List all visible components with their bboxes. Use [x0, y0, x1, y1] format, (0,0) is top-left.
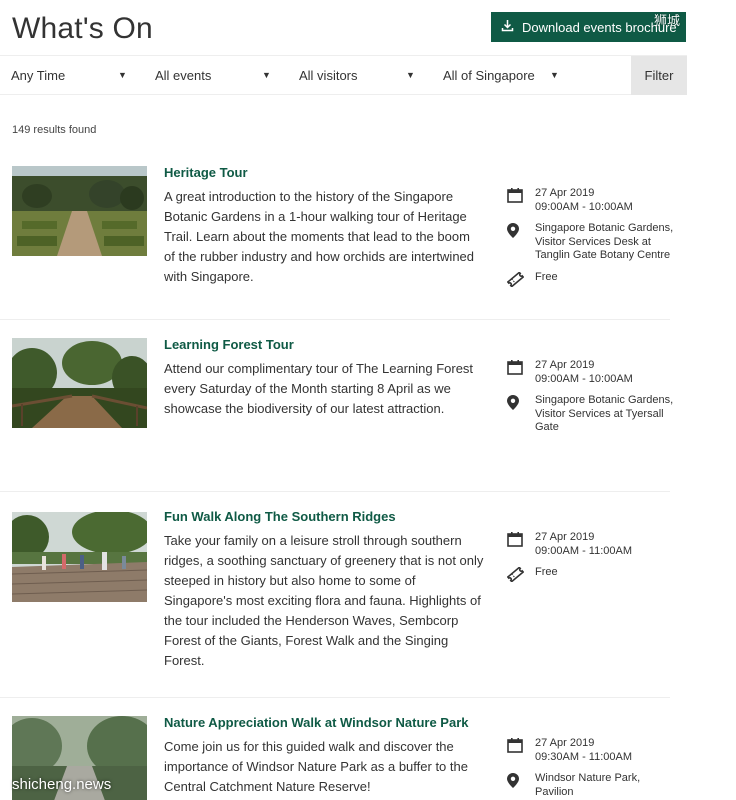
- event-time: 09:00AM - 11:00AM: [535, 544, 633, 557]
- event-time: 09:30AM - 11:00AM: [535, 750, 633, 763]
- location-select-value: All of Singapore: [443, 67, 535, 83]
- event-date: 27 Apr 2019: [535, 531, 595, 543]
- ticket-icon: [506, 271, 535, 287]
- location-pin-icon: [506, 772, 535, 788]
- event-description: Come join us for this guided walk and di…: [164, 739, 468, 794]
- watermark-bottom: shicheng.news: [12, 776, 112, 793]
- time-select[interactable]: Any Time ▼: [11, 56, 141, 94]
- watermark-top: 狮城: [654, 13, 681, 28]
- event-image[interactable]: [12, 166, 147, 256]
- event-description: A great introduction to the history of t…: [164, 189, 475, 284]
- location-pin-icon: [506, 222, 535, 238]
- calendar-icon: [506, 737, 535, 753]
- chevron-down-icon: ▼: [550, 70, 559, 80]
- chevron-down-icon: ▼: [262, 70, 271, 80]
- event-date: 27 Apr 2019: [535, 359, 595, 371]
- event-item: Learning Forest Tour Attend our complime…: [0, 320, 673, 492]
- event-time: 09:00AM - 10:00AM: [535, 200, 633, 213]
- event-image[interactable]: [12, 338, 147, 428]
- event-title[interactable]: Learning Forest Tour: [164, 337, 294, 352]
- event-description: Attend our complimentary tour of The Lea…: [164, 361, 474, 416]
- event-date: 27 Apr 2019: [535, 737, 595, 749]
- visitors-select[interactable]: All visitors ▼: [299, 56, 429, 94]
- location-select[interactable]: All of Singapore ▼: [443, 56, 573, 94]
- page-title: What's On: [12, 12, 153, 45]
- filter-button[interactable]: Filter: [631, 56, 687, 95]
- event-meta: 27 Apr 2019 09:00AM - 10:00AM Singapore B…: [506, 187, 676, 295]
- filter-bar: Any Time ▼ All events ▼ All visitors ▼ A…: [0, 55, 687, 95]
- event-meta: 27 Apr 2019 09:30AM - 11:00AM Windsor Nat…: [506, 737, 676, 800]
- event-title[interactable]: Nature Appreciation Walk at Windsor Natu…: [164, 715, 468, 730]
- event-date: 27 Apr 2019: [535, 187, 595, 199]
- event-image[interactable]: [12, 512, 147, 602]
- event-meta: 27 Apr 2019 09:00AM - 10:00AM Singapore B…: [506, 359, 676, 443]
- event-description: Take your family on a leisure stroll thr…: [164, 533, 484, 668]
- results-count: 149 results found: [12, 124, 97, 136]
- chevron-down-icon: ▼: [406, 70, 415, 80]
- download-icon: [501, 19, 514, 35]
- chevron-down-icon: ▼: [118, 70, 127, 80]
- event-time: 09:00AM - 10:00AM: [535, 372, 633, 385]
- events-select[interactable]: All events ▼: [155, 56, 285, 94]
- event-title[interactable]: Fun Walk Along The Southern Ridges: [164, 509, 396, 524]
- calendar-icon: [506, 531, 535, 547]
- event-price: Free: [535, 270, 558, 283]
- events-select-value: All events: [155, 67, 212, 83]
- event-meta: 27 Apr 2019 09:00AM - 11:00AM Free: [506, 531, 676, 590]
- calendar-icon: [506, 187, 535, 203]
- event-item: Heritage Tour A great introduction to th…: [0, 150, 673, 320]
- ticket-icon: [506, 566, 535, 582]
- event-location: Windsor Nature Park, Pavilion: [535, 772, 641, 798]
- event-location: Singapore Botanic Gardens, Visitor Servi…: [535, 222, 674, 261]
- time-select-value: Any Time: [11, 67, 66, 83]
- location-pin-icon: [506, 394, 535, 410]
- calendar-icon: [506, 359, 535, 375]
- event-item: Fun Walk Along The Southern Ridges Take …: [0, 492, 670, 698]
- event-price: Free: [535, 566, 558, 578]
- event-title[interactable]: Heritage Tour: [164, 165, 248, 180]
- visitors-select-value: All visitors: [299, 67, 358, 83]
- event-location: Singapore Botanic Gardens, Visitor Servi…: [535, 394, 674, 433]
